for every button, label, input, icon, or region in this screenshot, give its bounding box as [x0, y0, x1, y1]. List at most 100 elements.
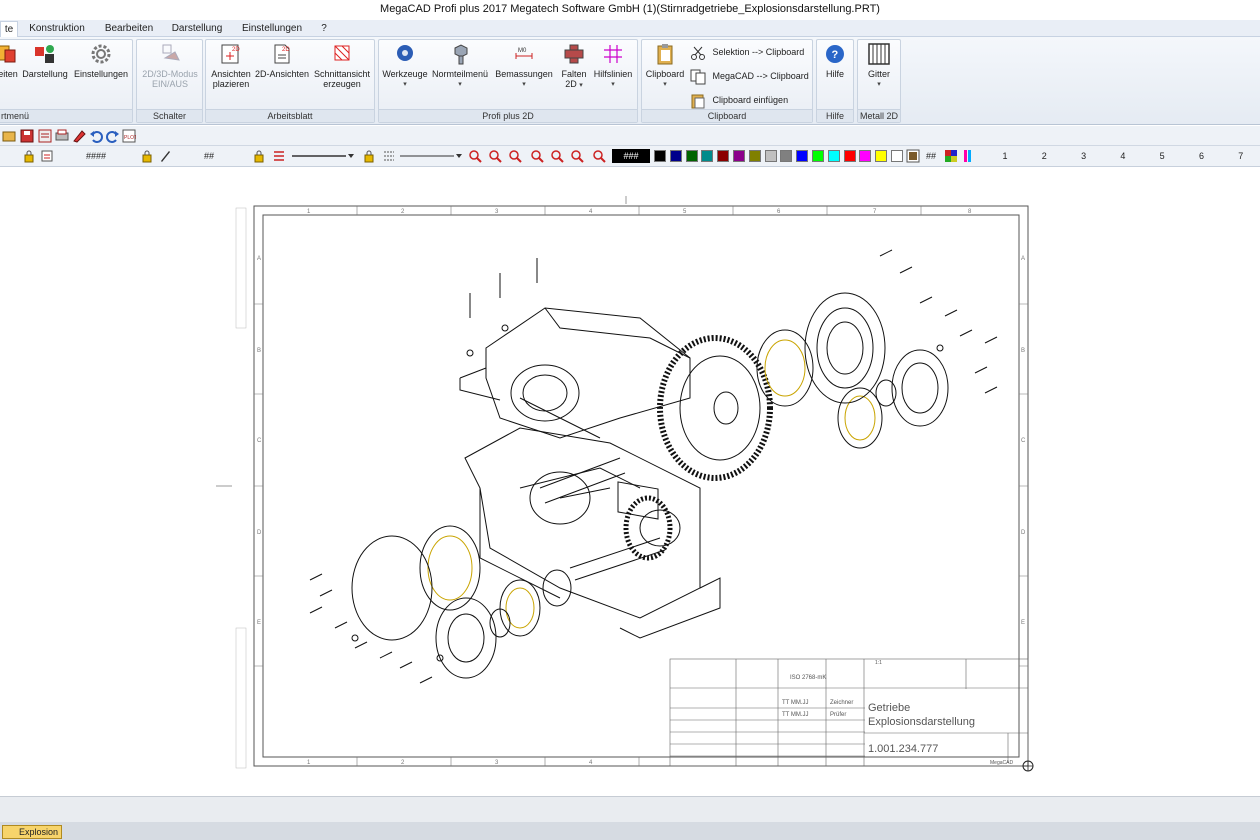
drawing-canvas[interactable]: 1 2 3 4 5 6 7 8 1 2 3 4 A B C D E A B C	[0, 168, 1260, 796]
color-swatch[interactable]	[764, 150, 777, 162]
tab-konstruktion[interactable]: Konstruktion	[22, 21, 92, 37]
linewidth-icon[interactable]	[272, 149, 286, 163]
tab-darstellung[interactable]: Darstellung	[166, 21, 228, 37]
layer-number-button[interactable]: 3	[1077, 149, 1091, 163]
color-swatch[interactable]	[812, 150, 824, 162]
layer-number-button[interactable]: 2	[1037, 149, 1051, 163]
col-label: 4	[589, 760, 593, 766]
col-label: 8	[968, 209, 972, 215]
redo-icon[interactable]	[106, 129, 120, 143]
explosion-tab[interactable]: Explosion	[2, 825, 62, 839]
layer-field[interactable]: ####	[86, 149, 106, 163]
layer-number-button[interactable]: 5	[1155, 149, 1169, 163]
tab-einstellungen[interactable]: Einstellungen	[236, 21, 308, 37]
plot-icon[interactable]: PLOT	[122, 129, 136, 143]
erase-icon[interactable]	[72, 129, 86, 143]
zoom-previous-icon[interactable]	[550, 149, 564, 163]
2d-views-button[interactable]: 2D 2D-Ansichten	[254, 42, 310, 79]
standard-parts-button[interactable]: Normteilmenü ▾	[429, 42, 491, 90]
drawing-number: 1.001.234.777	[868, 743, 938, 755]
color-swatch[interactable]	[717, 150, 730, 162]
multicolor-icon[interactable]	[962, 149, 976, 163]
color-swatch[interactable]	[859, 150, 872, 162]
lock-icon[interactable]	[362, 149, 376, 163]
col-label: 4	[589, 209, 593, 215]
selection-to-clipboard-button[interactable]: Selektion --> Clipboard	[690, 43, 804, 61]
palette-icon[interactable]	[944, 149, 958, 163]
linetype-icon[interactable]	[382, 149, 396, 163]
redraw-icon[interactable]	[592, 149, 606, 163]
layers-button[interactable]: eiten	[0, 42, 19, 79]
zoom-window-icon[interactable]	[468, 149, 482, 163]
color-swatch[interactable]	[843, 150, 856, 162]
print-icon[interactable]	[55, 129, 69, 143]
paste-clipboard-button[interactable]: Clipboard einfügen	[690, 91, 788, 109]
layer-icon[interactable]	[40, 149, 54, 163]
linetype-select[interactable]	[398, 149, 464, 163]
color-swatch[interactable]	[685, 150, 698, 162]
layer-number-button[interactable]: 7	[1234, 149, 1248, 163]
section-view-button[interactable]: Schnittansicht erzeugen	[310, 42, 374, 89]
display-button[interactable]: Darstellung	[21, 42, 69, 79]
guidelines-button[interactable]: Hilfslinien ▾	[591, 42, 635, 90]
lock-icon[interactable]	[252, 149, 266, 163]
status-bar	[0, 796, 1260, 822]
place-views-button[interactable]: 2D Ansichten plazieren	[208, 42, 254, 89]
color-swatch[interactable]	[748, 150, 761, 162]
section-view-icon	[334, 45, 350, 61]
help-button[interactable]: ? Hilfe	[819, 42, 851, 79]
grid-field[interactable]: ##	[926, 149, 936, 163]
color-swatch[interactable]	[701, 150, 714, 162]
color-swatch[interactable]	[669, 150, 682, 162]
grid-button[interactable]: Gitter ▾	[860, 42, 898, 90]
attribute-toolbar: #### ## ### ## 1 2 3 4 5 6 7	[0, 146, 1260, 167]
dimension-button[interactable]: M0 Bemassungen ▾	[493, 42, 555, 90]
col-label: 3	[495, 209, 499, 215]
pen-icon[interactable]	[158, 149, 172, 163]
color-swatch[interactable]	[654, 150, 666, 162]
open-icon[interactable]	[2, 129, 16, 143]
tab-start[interactable]: te	[0, 21, 18, 37]
color-swatch[interactable]	[891, 150, 903, 162]
color-swatch[interactable]	[780, 150, 793, 162]
tab-bearbeiten[interactable]: Bearbeiten	[98, 21, 160, 37]
group-label-clipboard: Clipboard	[642, 109, 812, 122]
layer-number-button[interactable]: 4	[1116, 149, 1130, 163]
save-as-icon[interactable]	[38, 129, 52, 143]
quick-access-toolbar: PLOT	[0, 126, 1260, 146]
title-block	[669, 658, 1029, 767]
color-field[interactable]: ###	[612, 149, 650, 163]
title-block-role-checked: Prüfer	[830, 712, 846, 718]
group-metall-2d: Gitter ▾ Metall 2D	[857, 39, 901, 123]
group-schalter: 2D/3D-Modus EIN/AUS Schalter	[136, 39, 203, 123]
save-icon[interactable]	[20, 129, 34, 143]
color-swatch[interactable]	[875, 150, 888, 162]
zoom-in-icon[interactable]	[488, 149, 502, 163]
mode-toggle-button[interactable]: 2D/3D-Modus EIN/AUS	[139, 42, 201, 89]
tools-button[interactable]: Werkzeuge ▾	[381, 42, 429, 90]
megacad-to-clipboard-button[interactable]: MegaCAD --> Clipboard	[690, 67, 809, 85]
color-swatch[interactable]	[827, 150, 840, 162]
lock-icon[interactable]	[22, 149, 36, 163]
clipboard-button[interactable]: Clipboard ▾	[644, 42, 686, 90]
color-swatch[interactable]	[733, 150, 745, 162]
pan-icon[interactable]	[570, 149, 584, 163]
undo-icon[interactable]	[89, 129, 103, 143]
place-views-icon: 2D	[221, 44, 240, 64]
tab-help[interactable]: ?	[316, 21, 332, 37]
zoom-out-icon[interactable]	[508, 149, 522, 163]
color-swatch[interactable]	[796, 150, 809, 162]
layer-number-button[interactable]: 1	[998, 149, 1012, 163]
fold-button[interactable]: Falten 2D ▾	[557, 42, 591, 91]
lock-icon[interactable]	[140, 149, 154, 163]
linewidth-select[interactable]	[290, 149, 356, 163]
settings-button[interactable]: Einstellungen	[71, 42, 131, 79]
zoom-all-icon[interactable]	[530, 149, 544, 163]
layer-number-button[interactable]: 6	[1195, 149, 1209, 163]
pen-field[interactable]: ##	[204, 149, 214, 163]
chevron-down-icon: ▾	[403, 81, 407, 88]
title-block-scale: 1:1	[875, 660, 882, 666]
hatch-icon[interactable]	[906, 149, 920, 163]
col-label: 1	[307, 760, 311, 766]
group-label-schalter: Schalter	[137, 109, 202, 122]
